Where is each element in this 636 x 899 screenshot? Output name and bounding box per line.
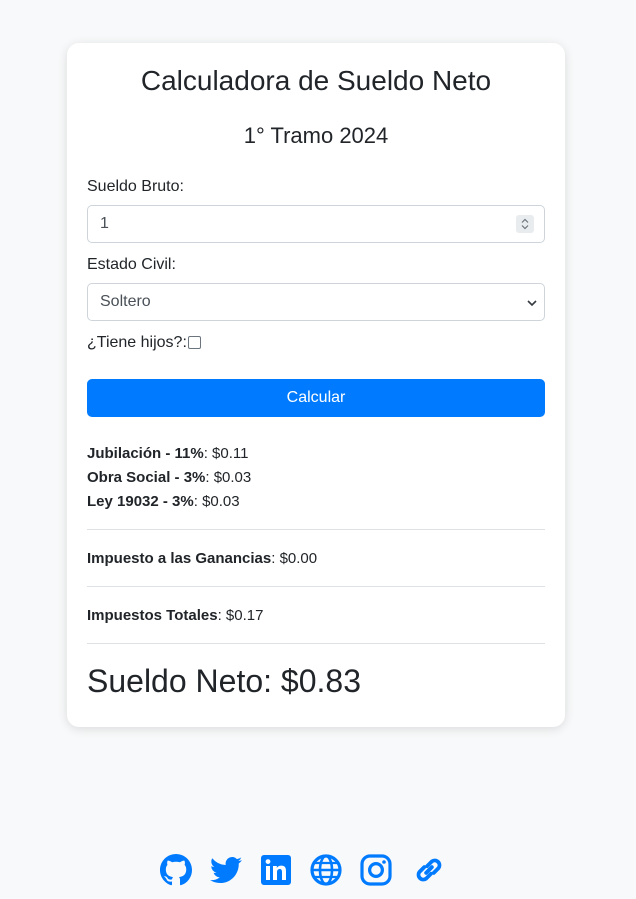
civil-status-select[interactable]: Soltero bbox=[87, 283, 545, 321]
children-row: ¿Tiene hijos?: bbox=[87, 334, 201, 352]
divider bbox=[87, 643, 545, 644]
divider bbox=[87, 586, 545, 587]
civil-status-label: Estado Civil: bbox=[87, 256, 176, 273]
net-salary: Sueldo Neto: $0.83 bbox=[87, 663, 361, 699]
globe-icon[interactable] bbox=[310, 854, 342, 886]
chevron-down-icon bbox=[527, 300, 537, 307]
gross-salary-label: Sueldo Bruto: bbox=[87, 178, 184, 195]
social-links bbox=[160, 853, 442, 887]
calculate-button[interactable]: Calcular bbox=[87, 379, 545, 417]
github-icon[interactable] bbox=[160, 854, 192, 886]
ley-label: Ley 19032 - 3% bbox=[87, 493, 194, 510]
total-taxes-label: Impuestos Totales bbox=[87, 607, 218, 624]
calculator-card: Calculadora de Sueldo Neto 1° Tramo 2024… bbox=[67, 43, 565, 727]
jubilacion-line: Jubilación - 11%: $0.11 bbox=[87, 445, 248, 462]
civil-status-value: Soltero bbox=[100, 293, 151, 310]
ley-line: Ley 19032 - 3%: $0.03 bbox=[87, 493, 240, 510]
divider bbox=[87, 529, 545, 530]
jubilacion-label: Jubilación - 11% bbox=[87, 445, 204, 462]
obra-social-value: : $0.03 bbox=[205, 469, 252, 486]
total-taxes-line: Impuestos Totales: $0.17 bbox=[87, 607, 263, 624]
obra-social-label: Obra Social - 3% bbox=[87, 469, 206, 486]
total-taxes-value: : $0.17 bbox=[217, 607, 264, 624]
instagram-icon[interactable] bbox=[360, 854, 392, 886]
link-icon[interactable] bbox=[410, 854, 442, 886]
number-spinner[interactable] bbox=[516, 215, 534, 233]
jubilacion-value: : $0.11 bbox=[203, 445, 249, 462]
obra-social-line: Obra Social - 3%: $0.03 bbox=[87, 469, 251, 486]
twitter-icon[interactable] bbox=[210, 854, 242, 886]
gross-salary-value: 1 bbox=[100, 215, 109, 232]
children-checkbox[interactable] bbox=[187, 336, 201, 349]
ganancias-value: : $0.00 bbox=[271, 550, 318, 567]
page-subtitle: 1° Tramo 2024 bbox=[243, 123, 389, 148]
linkedin-icon[interactable] bbox=[260, 854, 292, 886]
page-title: Calculadora de Sueldo Neto bbox=[140, 65, 492, 96]
children-label: ¿Tiene hijos?: bbox=[87, 334, 187, 351]
ganancias-line: Impuesto a las Ganancias: $0.00 bbox=[87, 550, 317, 567]
ganancias-label: Impuesto a las Ganancias bbox=[87, 550, 272, 567]
ley-value: : $0.03 bbox=[193, 493, 240, 510]
gross-salary-input[interactable]: 1 bbox=[87, 205, 545, 243]
